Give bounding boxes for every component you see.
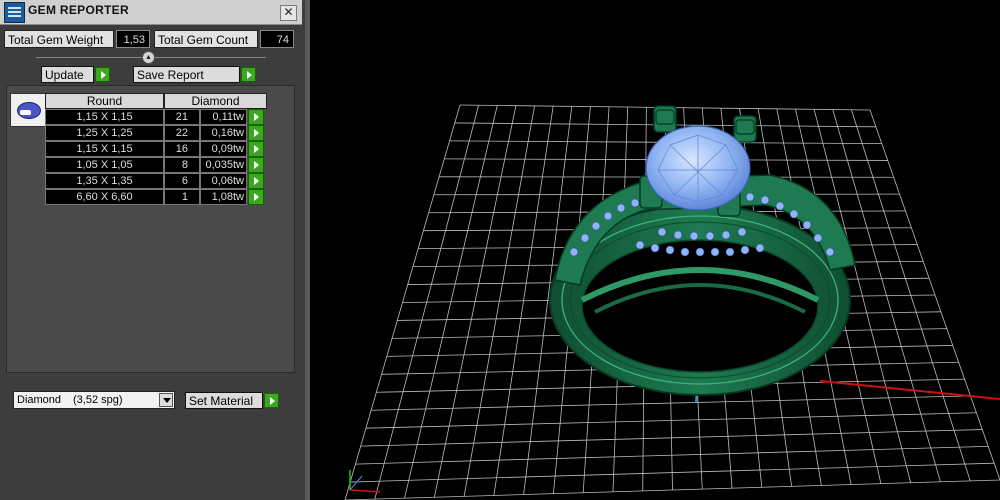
gem-weight: 1,08tw [200,189,247,205]
update-arrow-icon[interactable] [95,67,110,82]
gem-reporter-app-icon [4,2,25,23]
column-header-shape: Round [45,93,164,109]
select-gem-arrow-icon[interactable] [248,125,264,141]
gem-size: 1,25 X 1,25 [45,125,164,141]
chevron-down-icon[interactable] [159,393,173,407]
gem-thumbnail-icon[interactable] [10,93,46,127]
gem-size: 1,15 X 1,15 [45,141,164,157]
gem-size: 1,35 X 1,35 [45,173,164,189]
select-gem-arrow-icon[interactable] [248,157,264,173]
save-report-button[interactable]: Save Report [133,66,240,83]
gem-size: 1,15 X 1,15 [45,109,164,125]
total-gem-weight-label: Total Gem Weight [4,30,114,48]
gem-weight: 0,035tw [200,157,247,173]
material-select[interactable]: Diamond (3,52 spg) [13,391,175,409]
3d-viewport[interactable] [310,0,1000,500]
select-gem-arrow-icon[interactable] [248,109,264,125]
panel-title: GEM REPORTER [28,3,129,17]
collapse-up-icon[interactable]: ▲ [142,51,155,64]
select-gem-arrow-icon[interactable] [248,189,264,205]
x-axis-line [819,380,1000,400]
gem-count: 1 [164,189,200,205]
panel-titlebar: GEM REPORTER ✕ [0,0,302,25]
ring-model[interactable] [549,105,856,396]
gem-count: 16 [164,141,200,157]
total-gem-weight-value: 1,53 [116,30,150,48]
gem-weight: 0,16tw [200,125,247,141]
gem-reporter-panel: GEM REPORTER ✕ Total Gem Weight 1,53 Tot… [0,0,305,500]
gem-weight: 0,09tw [200,141,247,157]
set-material-arrow-icon[interactable] [264,393,279,408]
gem-count: 21 [164,109,200,125]
column-header-material: Diamond [164,93,267,109]
material-name: Diamond [17,394,62,406]
select-gem-arrow-icon[interactable] [248,173,264,189]
set-material-button[interactable]: Set Material [185,392,263,409]
gem-size: 6,60 X 6,60 [45,189,164,205]
gem-count: 22 [164,125,200,141]
viewport-canvas[interactable] [310,0,1000,500]
gem-weight: 0,06tw [200,173,247,189]
close-icon[interactable]: ✕ [280,5,297,21]
select-gem-arrow-icon[interactable] [248,141,264,157]
save-report-arrow-icon[interactable] [241,67,256,82]
gem-size: 1,05 X 1,05 [45,157,164,173]
gem-weight: 0,11tw [200,109,247,125]
total-gem-count-label: Total Gem Count [154,30,258,48]
gem-count: 8 [164,157,200,173]
material-specific-gravity: (3,52 spg) [73,394,123,406]
total-gem-count-value: 74 [260,30,294,48]
update-button[interactable]: Update [41,66,94,83]
gem-count: 6 [164,173,200,189]
